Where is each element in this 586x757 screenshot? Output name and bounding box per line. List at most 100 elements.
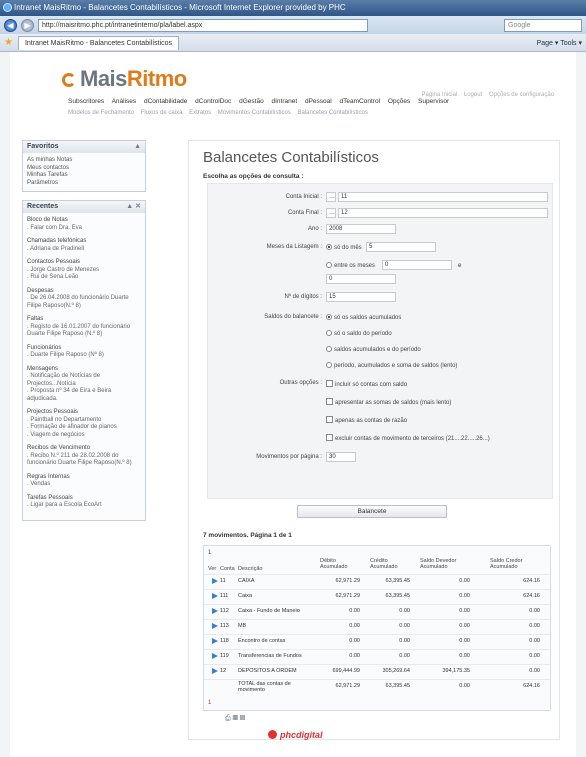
saldos-option[interactable]: só os saldos acumulados — [326, 314, 401, 321]
view-arrow-icon[interactable] — [212, 623, 218, 629]
balancete-button[interactable]: Balancete — [297, 505, 447, 518]
search-input[interactable]: Google — [504, 18, 582, 32]
recent-group-title[interactable]: Bloco de Notas — [27, 217, 141, 225]
conta-inicial-input[interactable]: 11 — [338, 192, 548, 202]
digitos-input[interactable]: 15 — [326, 292, 396, 302]
checkbox-icon[interactable] — [326, 416, 333, 423]
movimentos-input[interactable]: 30 — [326, 452, 356, 462]
view-arrow-icon[interactable] — [212, 653, 218, 659]
mes-from-input[interactable]: 0 — [382, 260, 452, 270]
subnav-item[interactable]: Fluxos de caixa — [141, 110, 183, 116]
mes-input[interactable]: 5 — [366, 242, 436, 252]
mes-to-input[interactable]: 0 — [326, 274, 396, 284]
recent-item[interactable]: . Duarte Filipe Raposo (Nº 8) — [27, 352, 141, 360]
saldos-option[interactable]: só o saldo do período — [326, 330, 392, 337]
meses-option-range[interactable]: entre os meses — [326, 262, 375, 269]
radio-selected-icon[interactable] — [326, 314, 332, 320]
favorite-item[interactable]: As minhas Notas — [27, 157, 141, 165]
collapse-icon[interactable]: ▲ — [134, 141, 141, 153]
recent-group-title[interactable]: Mensagens — [27, 366, 141, 374]
nav-dpessoal[interactable]: dPessoal — [305, 98, 332, 105]
excel-icon[interactable]: ▦ — [233, 715, 238, 722]
outras-option[interactable]: incluir só contas com saldo — [326, 380, 407, 388]
favorites-star-icon[interactable]: ★ — [4, 37, 13, 48]
recent-item[interactable]: . Rui de Sena Leão — [27, 274, 141, 282]
recent-group-title[interactable]: Faltas — [27, 316, 141, 324]
recent-item[interactable]: . Adriana de Pradinell — [27, 246, 141, 254]
recent-item[interactable]: . Notificação de Notícias de Projectos..… — [27, 373, 141, 388]
conta-final-input[interactable]: 12 — [338, 208, 548, 218]
recent-group-title[interactable]: Contactos Pessoais — [27, 259, 141, 267]
recent-item[interactable]: . Vendas — [27, 481, 141, 489]
ano-input[interactable]: 2008 — [326, 224, 396, 234]
saldos-option[interactable]: saldos acumulados e do período — [326, 346, 421, 353]
lookup-icon[interactable]: … — [326, 208, 336, 218]
recent-item[interactable]: . Paintball no Departamento — [27, 417, 141, 425]
cell-debito: 0.00 — [349, 638, 360, 644]
radio-icon[interactable] — [326, 346, 332, 352]
subnav-item[interactable]: Movimentos Contabilísticos — [218, 110, 291, 116]
recent-item[interactable]: . Registo de 16.01.2007 do funcionário D… — [27, 324, 141, 339]
radio-icon[interactable] — [326, 362, 332, 368]
table-footer-page[interactable]: 1 — [208, 700, 211, 706]
checkbox-icon[interactable] — [326, 398, 333, 405]
recent-group-title[interactable]: Tarefas Pessoais — [27, 495, 141, 503]
recent-group-title[interactable]: Chamadas telefónicas — [27, 238, 141, 246]
view-arrow-icon[interactable] — [212, 608, 218, 614]
recent-item[interactable]: . Proposta nº 34 de Eira e Beira adjudic… — [27, 388, 141, 403]
toplink-settings[interactable]: Opções de configuração — [489, 92, 554, 98]
view-arrow-icon[interactable] — [212, 638, 218, 644]
pdf-icon[interactable]: ▤ — [240, 715, 245, 722]
checkbox-icon[interactable] — [326, 380, 333, 387]
nav-supervisor[interactable]: Supervisor — [418, 98, 449, 105]
recent-item[interactable]: . Ligar para a Escola EcoArt — [27, 502, 141, 510]
recent-item[interactable]: . Jorge Castro de Menezes — [27, 267, 141, 275]
view-arrow-icon[interactable] — [212, 668, 218, 674]
nav-dteamcontrol[interactable]: dTeamControl — [340, 98, 380, 105]
nav-dcontroldoc[interactable]: dControlDoc — [195, 98, 231, 105]
url-input[interactable]: http://maisritmo.phc.pt/intranetinterno/… — [38, 18, 368, 32]
recent-item[interactable]: . Recibo N.º 211 de 28.02.2008 do funcio… — [27, 453, 141, 468]
favorite-item[interactable]: Meus contactos — [27, 165, 141, 173]
radio-icon[interactable] — [326, 262, 332, 268]
table-total-row: TOTAL das contas de movimento 62,971.29 63… — [204, 679, 550, 693]
active-tab[interactable]: Intranet MaisRitmo - Balancetes Contabil… — [17, 35, 180, 50]
recent-item[interactable]: . Formação de afinador de pianos — [27, 424, 141, 432]
saldos-option[interactable]: período, acumulados e soma de saldos (le… — [326, 362, 457, 369]
recent-item[interactable]: . De 26.04.2008 do funcionário Duarte Fi… — [27, 295, 141, 310]
nav-subscritores[interactable]: Subscritores — [68, 98, 104, 105]
view-arrow-icon[interactable] — [212, 578, 218, 584]
back-button[interactable]: ◀ — [4, 18, 17, 32]
meses-option-single[interactable]: só do mês — [326, 244, 362, 251]
recent-group-title[interactable]: Recibos de Vencimento — [27, 445, 141, 453]
favorite-item[interactable]: Minhas Tarefas — [27, 172, 141, 180]
radio-selected-icon[interactable] — [326, 244, 332, 250]
toplink-logout[interactable]: Logout — [464, 92, 482, 98]
outras-option[interactable]: apresentar as somas de saldos (mais lent… — [326, 398, 451, 406]
print-icon[interactable]: ⎙ — [225, 715, 231, 722]
subnav-item[interactable]: Modelos de Fechamento — [68, 110, 134, 116]
recent-group-title[interactable]: Despesas — [27, 288, 141, 296]
subnav-item[interactable]: Extratos — [189, 110, 211, 116]
view-arrow-icon[interactable] — [212, 593, 218, 599]
subnav-item[interactable]: Balancetes Contabilísticos — [297, 110, 367, 116]
nav-dgestao[interactable]: dGestão — [239, 98, 264, 105]
nav-dcontabilidade[interactable]: dContabilidade — [144, 98, 187, 105]
recent-group-title[interactable]: Regras Internas — [27, 474, 141, 482]
lookup-icon[interactable]: … — [326, 192, 336, 202]
recent-group-title[interactable]: Funcionários — [27, 345, 141, 353]
recent-group-title[interactable]: Projectos Pessoais — [27, 409, 141, 417]
forward-button[interactable]: ▶ — [21, 18, 34, 32]
favorite-item[interactable]: Parâmetros — [27, 180, 141, 188]
outras-option[interactable]: excluir contas de movimento de terceiros… — [326, 434, 490, 442]
nav-dintranet[interactable]: dIntranet — [272, 98, 298, 105]
recent-item[interactable]: . Viagem de negócios — [27, 432, 141, 440]
radio-icon[interactable] — [326, 330, 332, 336]
tools-menu[interactable]: Page ▾ Tools ▾ — [537, 39, 582, 47]
nav-opcoes[interactable]: Opções — [388, 98, 410, 105]
outras-option[interactable]: apenas as contas de razão — [326, 416, 407, 424]
recent-item[interactable]: . Falar com Dra. Eva — [27, 225, 141, 233]
nav-analises[interactable]: Análises — [112, 98, 137, 105]
collapse-icon[interactable]: ▲ ✕ — [126, 201, 141, 213]
checkbox-icon[interactable] — [326, 434, 333, 441]
